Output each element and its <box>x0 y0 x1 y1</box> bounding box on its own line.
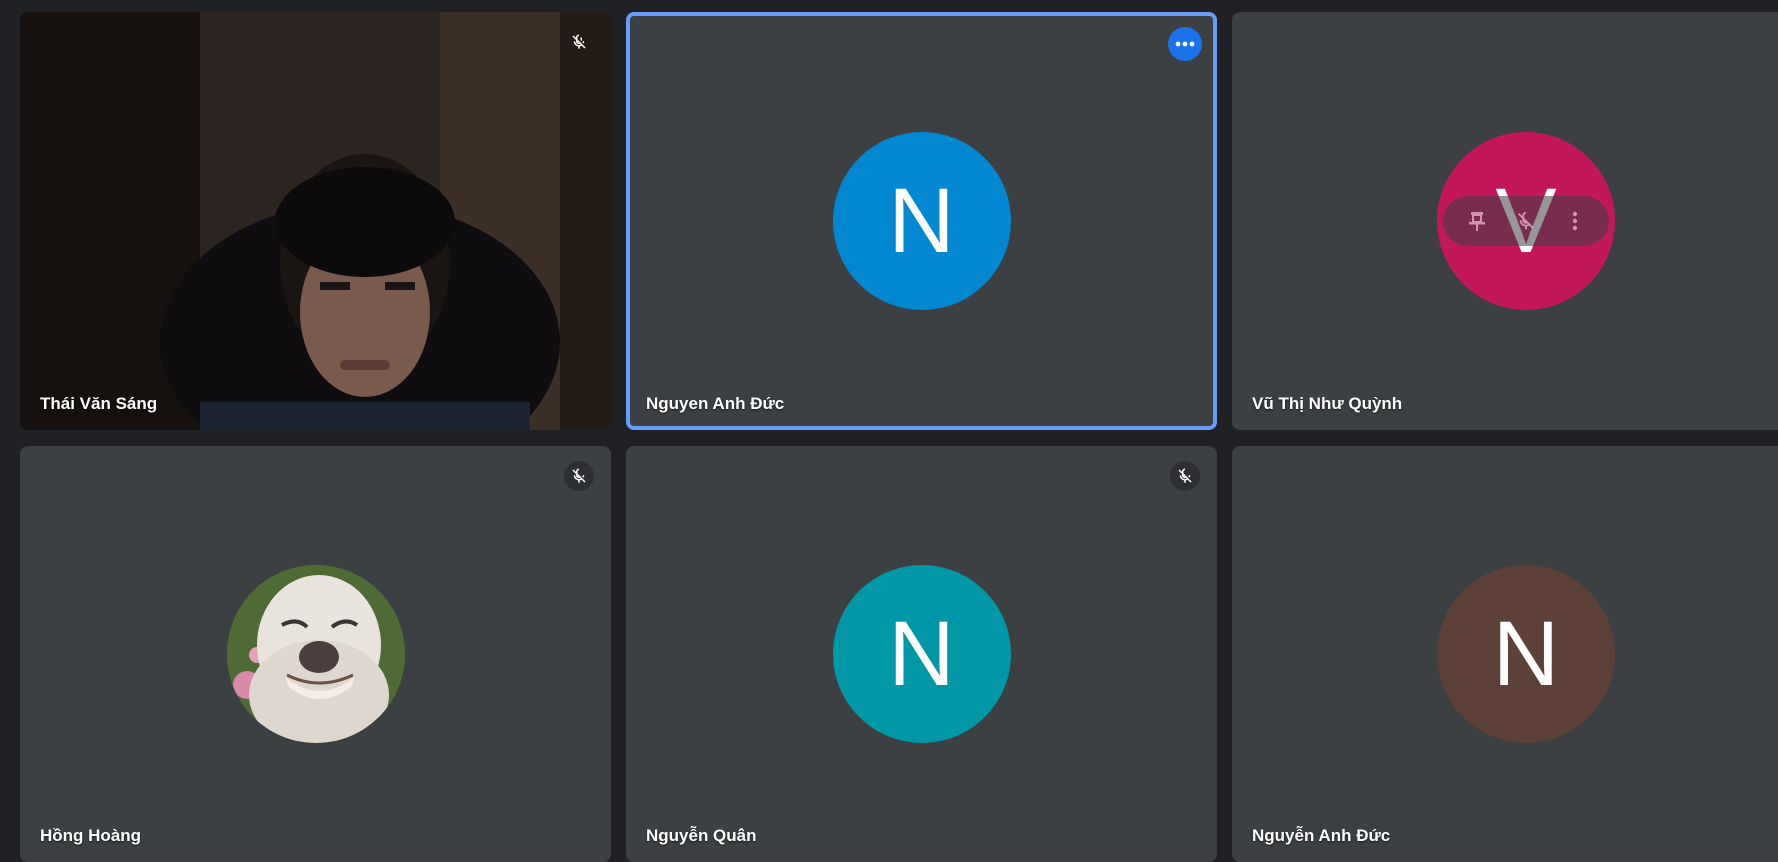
participant-name: Nguyen Anh Đức <box>646 394 785 413</box>
avatar-initial: N <box>888 603 955 705</box>
avatar: N <box>1437 565 1615 743</box>
participant-name: Nguyễn Quân <box>646 826 757 845</box>
participant-tile[interactable]: Hồng Hoàng <box>20 446 611 862</box>
tile-hover-controls <box>1443 196 1609 246</box>
participant-tile[interactable]: N Nguyễn Quân <box>626 446 1217 862</box>
participant-tile[interactable]: N Nguyễn Anh Đức <box>1232 446 1778 862</box>
mic-off-icon[interactable] <box>1508 203 1544 239</box>
more-options-icon[interactable] <box>1168 27 1202 61</box>
participant-name: Nguyễn Anh Đức <box>1252 826 1391 845</box>
more-vert-icon[interactable] <box>1557 203 1593 239</box>
pin-icon[interactable] <box>1459 203 1495 239</box>
avatar: N <box>832 565 1011 743</box>
participant-video <box>20 12 611 430</box>
participant-tile[interactable]: Vũ Thị Như Quỳnh <box>1232 12 1778 430</box>
participant-tile[interactable]: Thái Văn Sáng <box>20 12 611 430</box>
mic-off-icon <box>564 27 594 57</box>
participant-name: Hồng Hoàng <box>40 826 142 845</box>
participant-name: Thái Văn Sáng <box>40 394 158 413</box>
mic-off-icon <box>564 461 594 491</box>
avatar-photo <box>226 565 405 743</box>
mic-off-icon <box>1170 461 1200 491</box>
participant-grid: Thái Văn Sáng N Nguyen Anh Đức Vũ Thị Nh… <box>0 0 1778 862</box>
avatar-initial: N <box>1492 603 1560 705</box>
participant-tile-active[interactable]: N Nguyen Anh Đức <box>626 12 1217 430</box>
avatar: N <box>832 132 1011 310</box>
avatar-initial: N <box>888 170 955 272</box>
participant-name: Vũ Thị Như Quỳnh <box>1252 394 1403 413</box>
